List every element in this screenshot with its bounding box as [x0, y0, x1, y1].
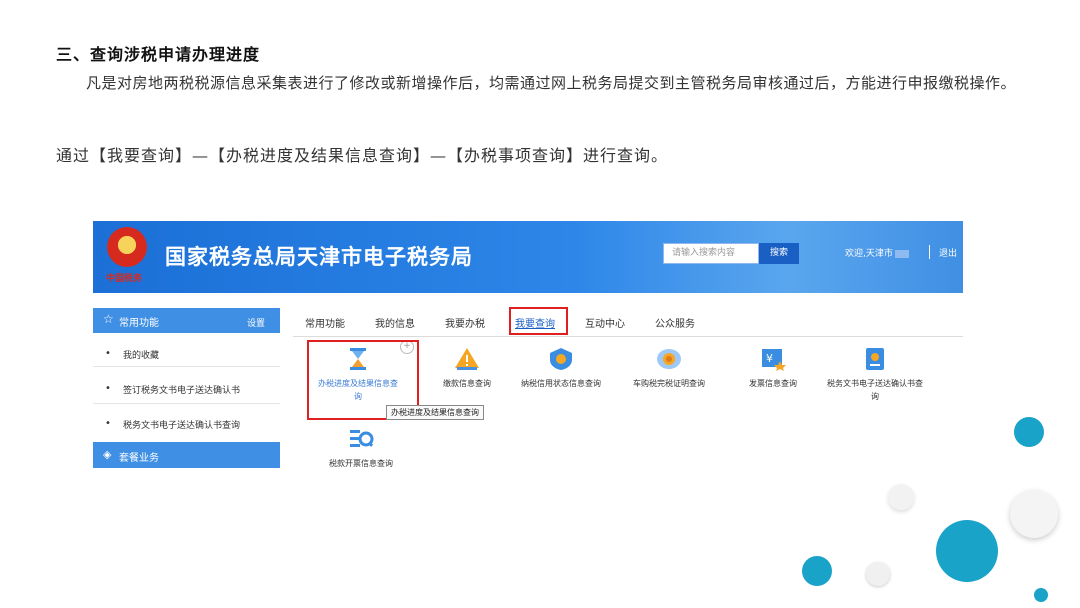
tab-interaction[interactable]: 互动中心 [585, 315, 625, 330]
welcome-text: 欢迎,天津市 [845, 246, 909, 259]
site-title: 国家税务总局天津市电子税务局 [165, 245, 473, 269]
tile-document-query[interactable]: 税务文书电子送达确认书查询 [827, 347, 923, 403]
layers-icon: ◈ [103, 448, 112, 461]
tab-public-service[interactable]: 公众服务 [655, 315, 695, 330]
star-icon: ☆ [103, 312, 114, 326]
header-divider [929, 245, 930, 259]
decor-circle [1034, 588, 1048, 602]
tile-label: 税务文书电子送达确认书查询 [827, 379, 923, 401]
invoice-icon: ¥ [760, 347, 786, 371]
tab-do-tax[interactable]: 我要办税 [445, 315, 485, 330]
sidebar-item-label: 签订税务文书电子送达确认书 [123, 386, 241, 396]
decor-circle [1014, 417, 1044, 447]
decor-circle [866, 562, 890, 586]
eq-search-icon [348, 427, 374, 451]
decor-circle [1010, 490, 1058, 538]
credit-shield-icon [548, 347, 574, 371]
sidebar-settings-link[interactable]: 设置 [247, 316, 265, 329]
sidebar: ☆ 常用功能 设置 • 我的收藏 • 签订税务文书电子送达确认书 • 税务文书电… [93, 308, 280, 483]
divider [93, 403, 280, 404]
tile-vehicle-tax-query[interactable]: 车购税完税证明查询 [629, 347, 709, 390]
tab-my-info[interactable]: 我的信息 [375, 315, 415, 330]
portal-banner: 中国税务 国家税务总局天津市电子税务局 请输入搜索内容 搜索 欢迎,天津市 退出 [93, 221, 963, 293]
section-title: 三、查询涉税申请办理进度 [56, 45, 261, 64]
tile-label: 缴款信息查询 [443, 379, 491, 388]
tile-label: 税款开票信息查询 [329, 459, 393, 468]
navigation-path-text: 通过【我要查询】—【办税进度及结果信息查询】—【办税事项查询】进行查询。 [56, 146, 669, 165]
search-button[interactable]: 搜索 [759, 243, 799, 264]
search-input[interactable]: 请输入搜索内容 [663, 243, 759, 264]
tax-portal-screenshot: 中国税务 国家税务总局天津市电子税务局 请输入搜索内容 搜索 欢迎,天津市 退出… [93, 221, 963, 483]
tab-common[interactable]: 常用功能 [305, 315, 345, 330]
tile-label: 发票信息查询 [749, 379, 797, 388]
tile-tooltip: 办税进度及结果信息查询 [386, 405, 484, 420]
logout-link[interactable]: 退出 [939, 246, 957, 259]
bullet: • [105, 418, 111, 429]
divider [93, 366, 280, 367]
bullet: • [105, 348, 111, 359]
instruction-paragraph: 凡是对房地两税税源信息采集表进行了修改或新增操作后，均需通过网上税务局提交到主管… [86, 74, 1017, 92]
decor-circle [802, 556, 832, 586]
warning-icon [454, 347, 480, 371]
sidebar-title: 常用功能 [119, 318, 159, 329]
decor-circle [888, 484, 914, 510]
tile-invoice-query[interactable]: ¥ 发票信息查询 [733, 347, 813, 390]
tax-emblem-icon [107, 227, 147, 267]
tile-tax-invoice-query[interactable]: 税款开票信息查询 [321, 427, 401, 470]
tile-credit-query[interactable]: 纳税信用状态信息查询 [521, 347, 601, 390]
sidebar-item-label: 我的收藏 [123, 351, 160, 361]
tile-label: 车购税完税证明查询 [633, 379, 705, 388]
tile-label: 纳税信用状态信息查询 [521, 379, 601, 388]
tile-payment-query[interactable]: 缴款信息查询 [427, 347, 507, 390]
document-icon [862, 347, 888, 371]
svg-text:¥: ¥ [766, 352, 773, 365]
main-tabs: 常用功能 我的信息 我要办税 我要查询 互动中心 公众服务 [293, 308, 963, 337]
sidebar-item-label: 税务文书电子送达确认书查询 [123, 421, 241, 431]
tab-highlight-box [509, 307, 568, 335]
decor-circle [936, 520, 998, 582]
sidebar-package-header[interactable]: ◈ 套餐业务 [93, 442, 280, 468]
sidebar-header: ☆ 常用功能 设置 [93, 308, 280, 333]
package-label: 套餐业务 [119, 453, 159, 464]
emblem-caption: 中国税务 [106, 274, 143, 284]
car-tax-icon [656, 347, 682, 371]
bullet: • [105, 383, 111, 394]
